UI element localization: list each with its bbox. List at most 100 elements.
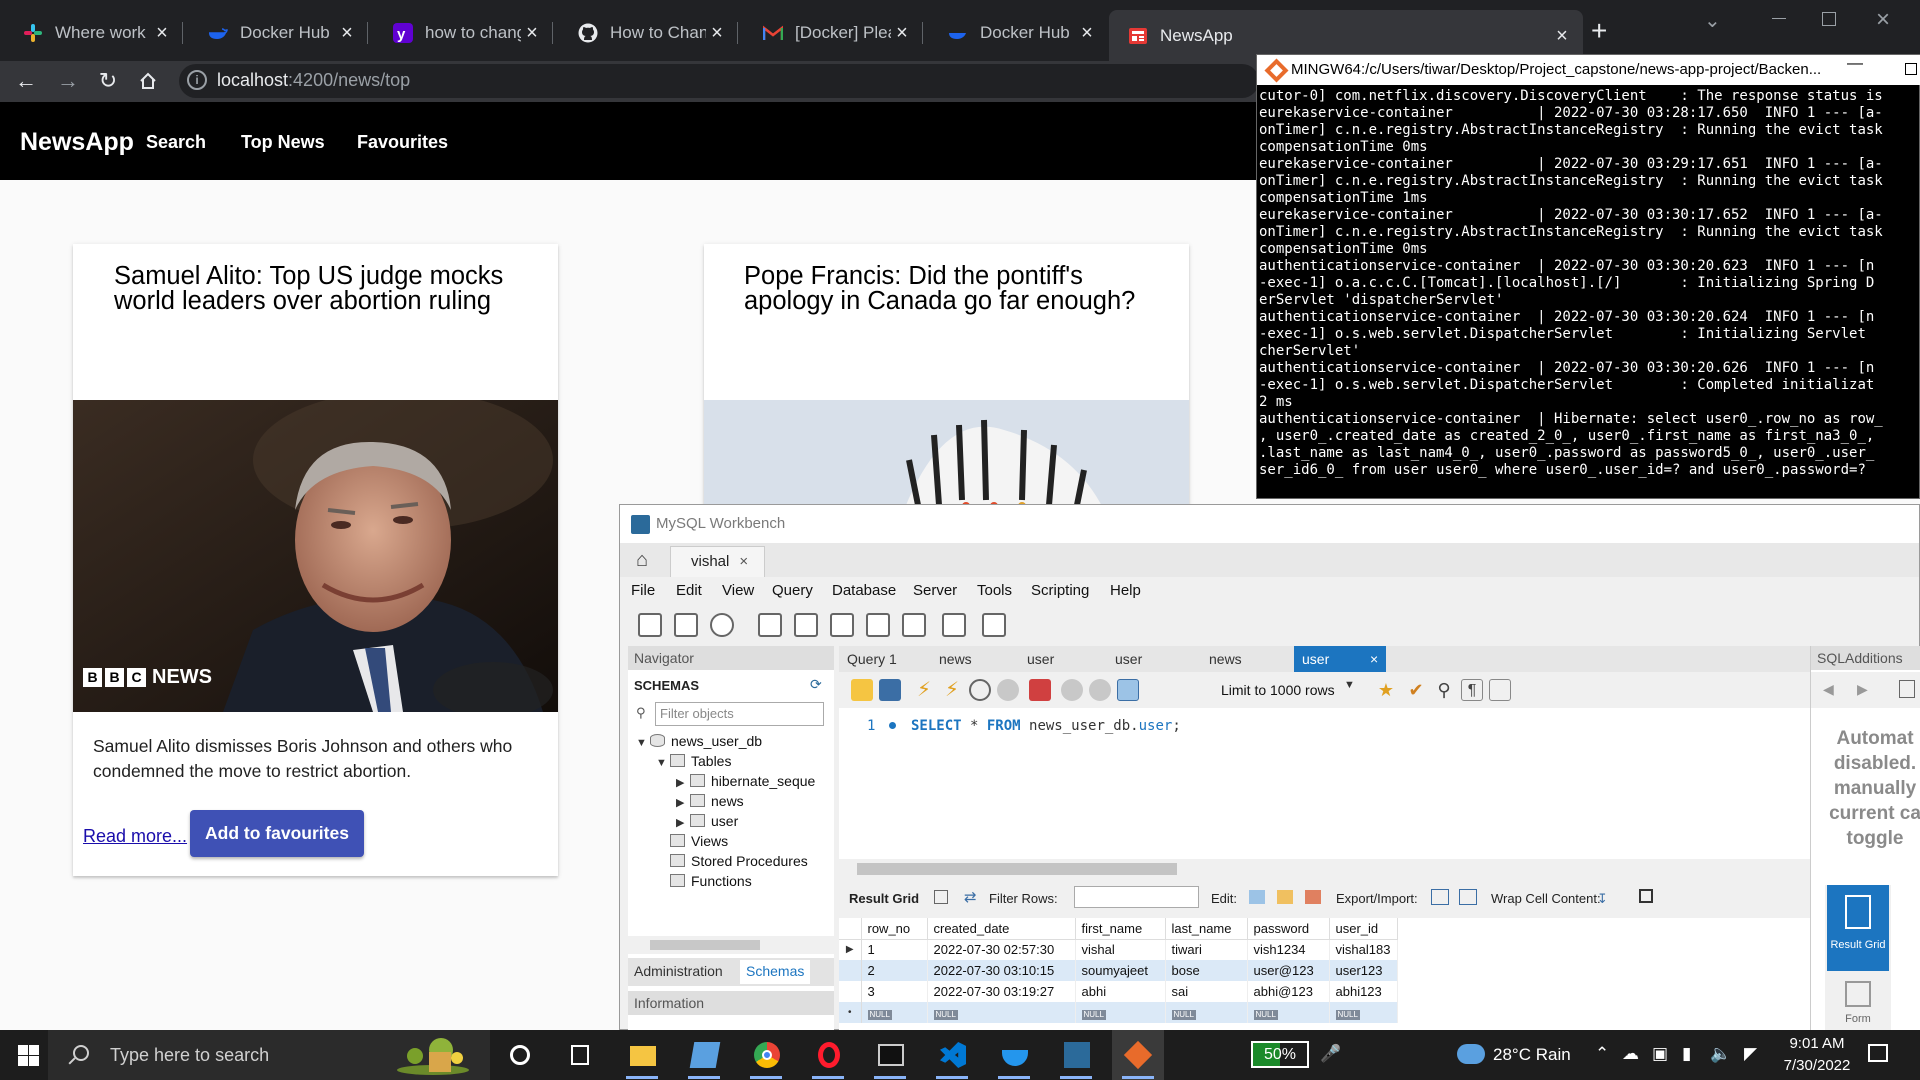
connection-tab[interactable]: vishal ×: [670, 546, 765, 577]
query-tab-active[interactable]: user ×: [1294, 646, 1386, 672]
minimize-icon[interactable]: ⌄: [1704, 8, 1721, 33]
add-snippet-icon[interactable]: ★: [1375, 679, 1397, 701]
browser-tab[interactable]: y how to change docke ×: [370, 10, 553, 55]
query-tab[interactable]: Query 1: [839, 646, 923, 672]
collapse-arrow-icon[interactable]: ▶: [676, 776, 690, 789]
query-tab[interactable]: news: [931, 646, 1011, 672]
info-icon[interactable]: i: [187, 70, 207, 90]
grid-cell[interactable]: user123: [1329, 960, 1398, 981]
browser-tab[interactable]: Where work happens ×: [0, 10, 183, 55]
wifi-icon[interactable]: ◤: [1744, 1044, 1757, 1064]
form-editor-side-tab[interactable]: Form: [1827, 975, 1889, 1031]
close-icon[interactable]: ×: [739, 553, 748, 570]
window-close-icon[interactable]: ×: [1876, 6, 1890, 34]
browser-tab[interactable]: [Docker] Please confir ×: [740, 10, 923, 55]
terminal-title-bar[interactable]: MINGW64:/c/Users/tiwar/Desktop/Project_c…: [1257, 55, 1920, 85]
refresh-icon[interactable]: ⟳: [810, 676, 822, 693]
terminal-output[interactable]: cutor-0] com.netflix.discovery.Discovery…: [1259, 88, 1919, 498]
grid-cell[interactable]: user@123: [1247, 960, 1330, 981]
clock-date[interactable]: 7/30/2022: [1775, 1057, 1859, 1074]
menu-edit[interactable]: Edit: [676, 582, 702, 599]
grid-cell[interactable]: 1: [861, 939, 928, 960]
grid-cell[interactable]: vish1234: [1247, 939, 1330, 960]
mysql-workbench-icon[interactable]: [1050, 1030, 1102, 1080]
column-header[interactable]: row_no: [861, 918, 928, 940]
close-icon[interactable]: ×: [1551, 25, 1573, 47]
result-grid[interactable]: row_no created_date first_name last_name…: [839, 918, 1821, 1031]
reload-icon[interactable]: ↻: [92, 65, 124, 97]
chevron-down-icon[interactable]: ▼: [1344, 679, 1355, 691]
grid-cell-null[interactable]: NULL: [1165, 1002, 1248, 1023]
execute-icon[interactable]: ⚡: [913, 679, 935, 701]
menu-file[interactable]: File: [631, 582, 655, 599]
close-icon[interactable]: ×: [1370, 646, 1378, 672]
grid-cell[interactable]: 2: [861, 960, 928, 981]
column-header[interactable]: user_id: [1329, 918, 1398, 940]
filter-objects-input[interactable]: Filter objects: [655, 702, 824, 726]
grid-cell-null[interactable]: NULL: [861, 1002, 928, 1023]
grid-cell-null[interactable]: NULL: [1329, 1002, 1398, 1023]
rollback-icon[interactable]: [1089, 679, 1111, 701]
column-header[interactable]: first_name: [1075, 918, 1166, 940]
stored-procedures-folder[interactable]: Stored Procedures: [670, 853, 808, 869]
menu-view[interactable]: View: [722, 582, 754, 599]
device-icon[interactable]: ▣: [1652, 1044, 1668, 1064]
grid-cell[interactable]: bose: [1165, 960, 1248, 981]
terminal-icon[interactable]: [864, 1030, 916, 1080]
browser-tab[interactable]: How to Change my D ×: [555, 10, 738, 55]
opera-icon[interactable]: [802, 1030, 854, 1080]
table-item[interactable]: ▶ user: [676, 813, 738, 829]
windows-start-icon[interactable]: [18, 1045, 39, 1066]
cortana-icon[interactable]: [494, 1030, 546, 1080]
back-icon[interactable]: ←: [10, 65, 42, 97]
editor-scrollbar[interactable]: [839, 859, 1821, 877]
grid-cell[interactable]: vishal: [1075, 939, 1166, 960]
home-icon[interactable]: ⌂: [636, 549, 648, 572]
taskbar-search-box[interactable]: Type here to search: [48, 1030, 490, 1080]
toggle-panel-icon[interactable]: [1639, 889, 1653, 903]
edit-row-icon[interactable]: [1249, 890, 1265, 904]
task-view-icon[interactable]: [554, 1030, 606, 1080]
expand-arrow-icon[interactable]: ▼: [636, 737, 650, 749]
column-header[interactable]: password: [1247, 918, 1330, 940]
grid-icon[interactable]: [934, 890, 948, 904]
limit-rows-select[interactable]: Limit to 1000 rows: [1215, 679, 1355, 702]
volume-icon[interactable]: 🔈: [1710, 1044, 1731, 1064]
browser-tab[interactable]: Docker Hub ×: [925, 10, 1108, 55]
filter-rows-input[interactable]: [1074, 886, 1199, 908]
open-file-icon[interactable]: [851, 679, 873, 701]
query-tab[interactable]: user: [1019, 646, 1099, 672]
workbench-title-bar[interactable]: MySQL Workbench: [620, 505, 1919, 543]
grid-cell[interactable]: 2022-07-30 03:10:15: [927, 960, 1076, 981]
table-row[interactable]: 3 2022-07-30 03:19:27 abhi sai abhi@123 …: [839, 981, 1398, 1002]
scrollbar-thumb[interactable]: [650, 940, 760, 950]
grid-cell[interactable]: abhi123: [1329, 981, 1398, 1002]
create-procedure-icon[interactable]: [866, 613, 890, 637]
home-icon[interactable]: [132, 65, 164, 97]
query-tab[interactable]: news: [1201, 646, 1281, 672]
clock-time[interactable]: 9:01 AM: [1782, 1035, 1852, 1052]
table-item[interactable]: ▶ news: [676, 793, 744, 809]
toggle-error-icon[interactable]: [1029, 679, 1051, 701]
file-explorer-icon[interactable]: [616, 1030, 668, 1080]
grid-cell-null[interactable]: NULL: [1247, 1002, 1330, 1023]
address-bar[interactable]: i localhost:4200/news/top: [179, 64, 1259, 98]
views-folder[interactable]: Views: [670, 833, 728, 849]
grid-cell[interactable]: sai: [1165, 981, 1248, 1002]
grid-cell[interactable]: abhi: [1075, 981, 1166, 1002]
notifications-icon[interactable]: [1868, 1044, 1888, 1062]
create-view-icon[interactable]: [830, 613, 854, 637]
grid-cell[interactable]: 3: [861, 981, 928, 1002]
app-brand[interactable]: NewsApp: [20, 128, 134, 157]
grid-cell[interactable]: 2022-07-30 03:19:27: [927, 981, 1076, 1002]
battery-icon[interactable]: ▮: [1682, 1044, 1691, 1064]
close-icon[interactable]: ×: [336, 22, 358, 44]
new-tab-button[interactable]: +: [1591, 16, 1607, 46]
result-grid-side-tab[interactable]: Result Grid: [1827, 885, 1889, 971]
new-row[interactable]: • NULL NULL NULL NULL NULL NULL: [839, 1002, 1398, 1023]
commit-icon[interactable]: [1061, 679, 1083, 701]
delete-row-icon[interactable]: [1305, 890, 1321, 904]
arrow-right-icon[interactable]: ▶: [1857, 681, 1868, 698]
sql-statement[interactable]: SELECT * FROM news_user_db.user;: [911, 718, 1181, 734]
explain-icon[interactable]: [969, 679, 991, 701]
